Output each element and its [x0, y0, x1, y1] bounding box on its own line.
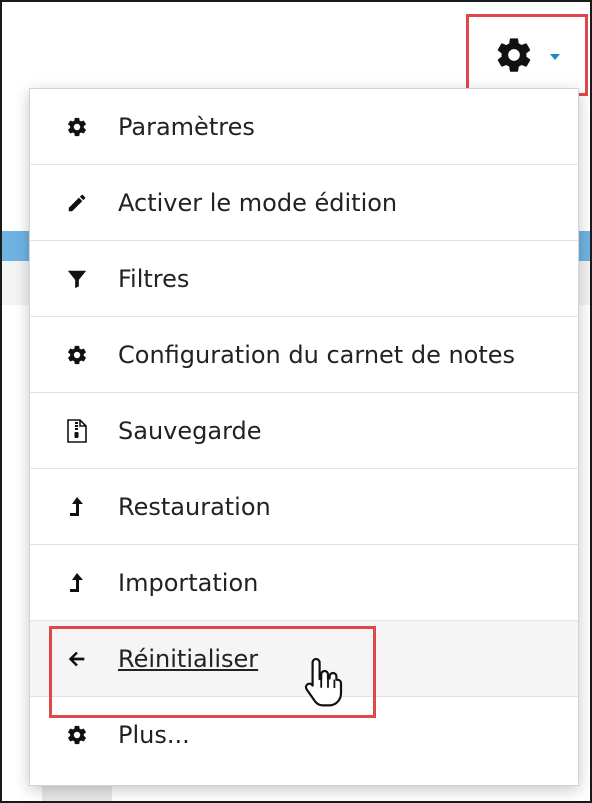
- menu-item-label: Réinitialiser: [118, 644, 259, 673]
- menu-item-label: Restauration: [118, 492, 271, 521]
- menu-item-sauvegarde[interactable]: Sauvegarde: [30, 393, 578, 469]
- gear-icon: [66, 344, 110, 366]
- menu-item-configuration-carnet-notes[interactable]: Configuration du carnet de notes: [30, 317, 578, 393]
- menu-item-reinitialiser[interactable]: Réinitialiser: [30, 621, 578, 697]
- menu-item-importation[interactable]: Importation: [30, 545, 578, 621]
- settings-menu-toggle[interactable]: [466, 14, 588, 96]
- menu-item-label: Importation: [118, 568, 259, 597]
- menu-item-label: Filtres: [118, 264, 190, 293]
- menu-item-activer-mode-edition[interactable]: Activer le mode édition: [30, 165, 578, 241]
- gear-icon: [66, 724, 110, 746]
- menu-item-plus[interactable]: Plus...: [30, 697, 578, 773]
- menu-item-filtres[interactable]: Filtres: [30, 241, 578, 317]
- pencil-icon: [66, 192, 110, 214]
- menu-item-label: Configuration du carnet de notes: [118, 340, 516, 369]
- caret-down-icon: [550, 54, 560, 60]
- settings-dropdown-menu: Paramètres Activer le mode édition Filtr…: [29, 88, 579, 786]
- menu-item-label: Activer le mode édition: [118, 188, 398, 217]
- menu-item-restauration[interactable]: Restauration: [30, 469, 578, 545]
- file-archive-icon: [66, 418, 110, 443]
- level-up-icon: [66, 572, 110, 594]
- menu-item-parametres[interactable]: Paramètres: [30, 89, 578, 165]
- menu-item-label: Sauvegarde: [118, 416, 262, 445]
- arrow-left-icon: [66, 648, 110, 670]
- filter-icon: [66, 268, 110, 290]
- menu-item-label: Paramètres: [118, 112, 255, 141]
- level-up-icon: [66, 496, 110, 518]
- screen: Paramètres Activer le mode édition Filtr…: [0, 0, 592, 803]
- gear-icon: [66, 116, 110, 138]
- gear-icon: [497, 38, 531, 72]
- menu-item-label: Plus...: [118, 721, 190, 749]
